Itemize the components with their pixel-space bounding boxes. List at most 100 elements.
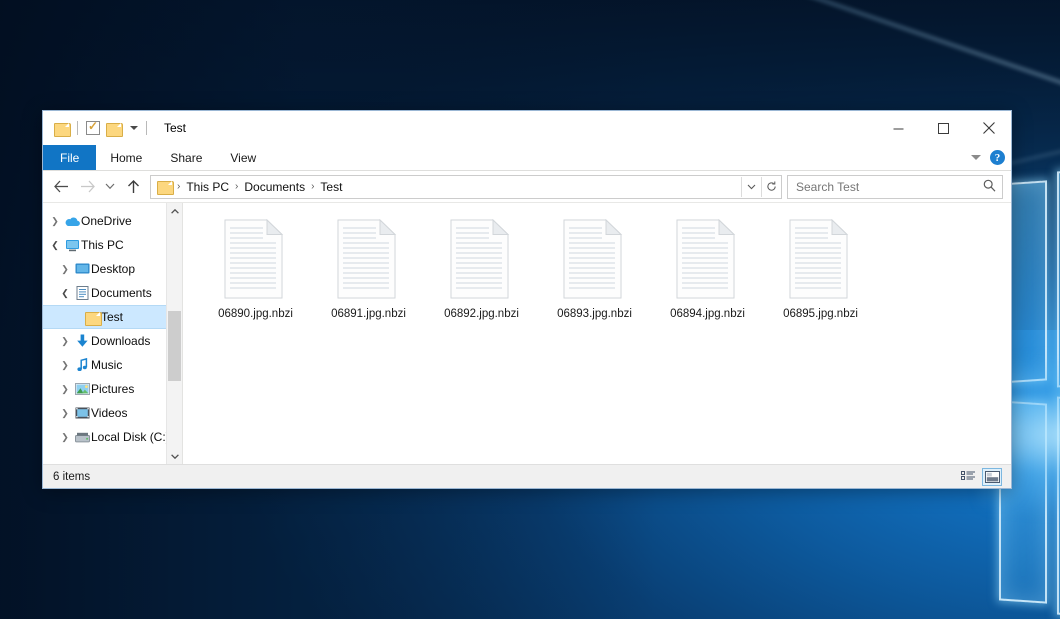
chevron-right-icon[interactable]: ❯ xyxy=(57,264,73,275)
sidebar-item-label: Downloads xyxy=(91,334,150,348)
folder-icon[interactable] xyxy=(54,122,69,135)
address-bar: › This PC › Documents › Test Search Test xyxy=(43,171,1011,203)
file-item[interactable]: 06893.jpg.nbzi xyxy=(538,213,651,347)
maximize-button[interactable] xyxy=(921,111,966,145)
sidebar-item-label: Videos xyxy=(91,406,127,420)
back-button[interactable] xyxy=(48,174,74,200)
file-item[interactable]: 06891.jpg.nbzi xyxy=(312,213,425,347)
divider xyxy=(146,121,147,135)
search-icon[interactable] xyxy=(983,179,996,195)
search-input[interactable]: Search Test xyxy=(787,175,1003,199)
refresh-button[interactable] xyxy=(761,177,781,197)
quick-access-toolbar: Test xyxy=(43,121,186,135)
sidebar-item-label: Pictures xyxy=(91,382,134,396)
recent-locations-button[interactable] xyxy=(100,174,120,200)
title-bar: Test xyxy=(43,111,1011,145)
chevron-down-icon[interactable]: ❮ xyxy=(57,288,73,299)
navigation-pane: ❯ OneDrive ❮ This PC ❯ Desktop xyxy=(43,203,183,464)
view-toggle-group xyxy=(958,468,1002,486)
chevron-down-icon[interactable] xyxy=(971,155,981,160)
scrollbar-thumb[interactable] xyxy=(168,311,181,381)
sidebar-item-music[interactable]: ❯ Music xyxy=(43,353,182,377)
details-view-button[interactable] xyxy=(958,468,978,486)
sidebar-scrollbar[interactable] xyxy=(166,203,182,464)
downloads-icon xyxy=(73,334,91,348)
chevron-down-icon[interactable]: ❮ xyxy=(47,240,63,251)
sidebar-item-videos[interactable]: ❯ Videos xyxy=(43,401,182,425)
status-bar: 6 items xyxy=(43,464,1011,488)
scroll-down-arrow-icon[interactable] xyxy=(171,448,179,464)
breadcrumb-bar[interactable]: › This PC › Documents › Test xyxy=(150,175,782,199)
forward-button[interactable] xyxy=(74,174,100,200)
onedrive-icon xyxy=(63,216,81,227)
sidebar-item-label: OneDrive xyxy=(81,214,132,228)
sidebar-item-pictures[interactable]: ❯ Pictures xyxy=(43,377,182,401)
search-placeholder: Search Test xyxy=(796,180,859,194)
chevron-right-icon[interactable]: ❯ xyxy=(57,432,73,443)
sidebar-item-label: Music xyxy=(91,358,122,372)
large-icons-view-button[interactable] xyxy=(982,468,1002,486)
generic-file-icon xyxy=(450,219,513,299)
breadcrumb-item-documents[interactable]: Documents xyxy=(240,180,309,194)
file-name-label: 06892.jpg.nbzi xyxy=(444,308,519,320)
chevron-down-icon[interactable] xyxy=(130,126,138,130)
breadcrumb-item-this-pc[interactable]: This PC xyxy=(182,180,233,194)
file-explorer-window: Test File Home Share View ? xyxy=(42,110,1012,489)
file-name-label: 06895.jpg.nbzi xyxy=(783,308,858,320)
minimize-button[interactable] xyxy=(876,111,921,145)
generic-file-icon xyxy=(676,219,739,299)
file-item[interactable]: 06890.jpg.nbzi xyxy=(199,213,312,347)
file-name-label: 06891.jpg.nbzi xyxy=(331,308,406,320)
sidebar-item-downloads[interactable]: ❯ Downloads xyxy=(43,329,182,353)
scroll-up-arrow-icon[interactable] xyxy=(171,203,179,219)
desktop-icon xyxy=(73,263,91,275)
file-item[interactable]: 06894.jpg.nbzi xyxy=(651,213,764,347)
file-grid: 06890.jpg.nbzi xyxy=(199,213,1011,347)
breadcrumb-separator: › xyxy=(175,181,182,192)
sidebar-item-label: Desktop xyxy=(91,262,135,276)
sidebar-item-documents[interactable]: ❮ Documents xyxy=(43,281,182,305)
tab-share[interactable]: Share xyxy=(156,145,216,170)
sidebar-item-label: This PC xyxy=(81,238,124,252)
new-folder-icon[interactable] xyxy=(106,122,121,135)
disk-icon xyxy=(73,432,91,443)
breadcrumb: › This PC › Documents › Test xyxy=(156,180,741,194)
tab-view[interactable]: View xyxy=(216,145,270,170)
pictures-icon xyxy=(73,383,91,395)
chevron-right-icon[interactable]: ❯ xyxy=(57,336,73,347)
sidebar-item-label: Documents xyxy=(91,286,152,300)
chevron-right-icon[interactable]: ❯ xyxy=(57,384,73,395)
file-list-view[interactable]: 06890.jpg.nbzi xyxy=(183,203,1011,464)
breadcrumb-dropdown-button[interactable] xyxy=(741,177,761,197)
sidebar-item-test[interactable]: Test xyxy=(43,305,182,329)
generic-file-icon xyxy=(337,219,400,299)
tab-file[interactable]: File xyxy=(43,145,96,170)
file-name-label: 06893.jpg.nbzi xyxy=(557,308,632,320)
breadcrumb-item-test[interactable]: Test xyxy=(316,180,346,194)
sidebar-item-onedrive[interactable]: ❯ OneDrive xyxy=(43,209,182,233)
sidebar-item-desktop[interactable]: ❯ Desktop xyxy=(43,257,182,281)
window-body: ❯ OneDrive ❮ This PC ❯ Desktop xyxy=(43,203,1011,464)
item-count-label: 6 items xyxy=(53,471,90,483)
file-item[interactable]: 06895.jpg.nbzi xyxy=(764,213,877,347)
generic-file-icon xyxy=(224,219,287,299)
ribbon-right-controls: ? xyxy=(971,145,1005,170)
help-icon[interactable]: ? xyxy=(990,150,1005,165)
chevron-right-icon[interactable]: ❯ xyxy=(57,408,73,419)
close-button[interactable] xyxy=(966,111,1011,145)
up-button[interactable] xyxy=(120,174,146,200)
properties-icon[interactable] xyxy=(86,121,100,135)
chevron-right-icon[interactable]: ❯ xyxy=(47,216,63,227)
breadcrumb-separator: › xyxy=(309,181,316,192)
generic-file-icon xyxy=(789,219,852,299)
sidebar-item-this-pc[interactable]: ❮ This PC xyxy=(43,233,182,257)
tab-home[interactable]: Home xyxy=(96,145,156,170)
file-item[interactable]: 06892.jpg.nbzi xyxy=(425,213,538,347)
generic-file-icon xyxy=(563,219,626,299)
sidebar-item-label: Local Disk (C:) xyxy=(91,430,170,444)
folder-icon xyxy=(83,311,101,324)
divider xyxy=(77,121,78,135)
chevron-right-icon[interactable]: ❯ xyxy=(57,360,73,371)
sidebar-item-local-disk-c[interactable]: ❯ Local Disk (C:) xyxy=(43,425,182,449)
ribbon-tab-strip: File Home Share View ? xyxy=(43,145,1011,171)
